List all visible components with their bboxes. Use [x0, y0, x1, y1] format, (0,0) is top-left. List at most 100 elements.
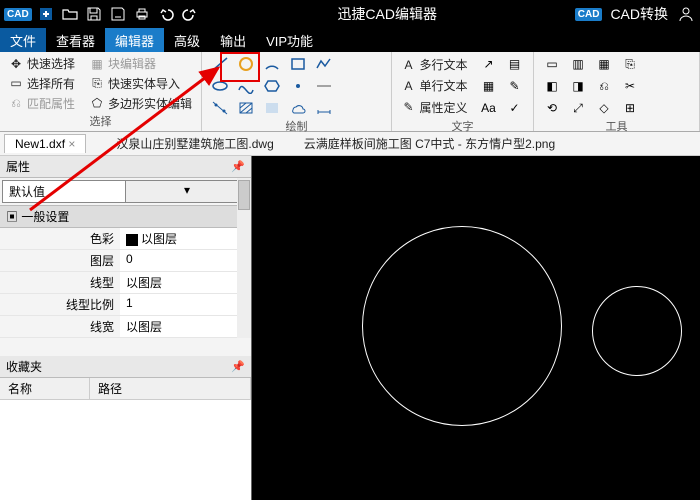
prop-row: 线宽以图层: [0, 316, 251, 338]
hexagon-icon[interactable]: [260, 76, 284, 96]
saveas-icon[interactable]: [108, 4, 128, 24]
app-title: 迅捷CAD编辑器: [200, 4, 575, 24]
drawing-canvas[interactable]: [252, 156, 700, 500]
xline-icon[interactable]: [208, 98, 232, 118]
prop-section-general[interactable]: ▣ 一般设置: [0, 205, 251, 228]
select-all-icon: ▭: [8, 75, 24, 91]
title-bar: CAD 迅捷CAD编辑器 CAD CAD转换: [0, 0, 700, 28]
favorites-title: 收藏夹 📌: [0, 356, 251, 378]
ribbon-group-text: A多行文本 A单行文本 ✎属性定义 ↗ ▤ ▦ ✎ Aa ✓ 文字: [392, 52, 534, 131]
tool-icon[interactable]: ⎌: [592, 76, 616, 96]
point-icon[interactable]: [286, 76, 310, 96]
tool-icon[interactable]: ⊞: [618, 98, 642, 118]
ribbon: ✥快速选择 ▦块编辑器 ▭选择所有 ⎘快速实体导入 ⎌匹配属性 ⬠多边形实体编辑…: [0, 52, 700, 132]
attdef-button[interactable]: ✎属性定义: [398, 98, 469, 117]
prop-row: 图层0: [0, 250, 251, 272]
table-icon[interactable]: ▦: [476, 76, 500, 96]
tool-icon[interactable]: ⟲: [540, 98, 564, 118]
pin-icon[interactable]: 📌: [231, 360, 245, 373]
fav-col-path[interactable]: 路径: [90, 378, 251, 399]
ribbon-group-label: 工具: [540, 118, 693, 134]
match-props-button[interactable]: ⎌匹配属性: [6, 94, 77, 113]
polygon-edit-button[interactable]: ⬠多边形实体编辑: [87, 94, 194, 113]
polyline-icon[interactable]: [312, 54, 336, 74]
circle-entity[interactable]: [362, 226, 562, 426]
new-icon[interactable]: [36, 4, 56, 24]
match-icon: ⎌: [8, 95, 24, 111]
prop-row: 线型比例1: [0, 294, 251, 316]
tool-icon[interactable]: ▦: [592, 54, 616, 74]
ribbon-group-label: 选择: [6, 113, 195, 129]
menu-advanced[interactable]: 高级: [164, 28, 210, 52]
tool-icon[interactable]: ✂: [618, 76, 642, 96]
save-icon[interactable]: [84, 4, 104, 24]
dim-icon[interactable]: [312, 98, 336, 118]
properties-panel: 属性 📌 默认值 ▾ ▣ 一般设置 色彩以图层 图层0 线型以图层 线型比例1 …: [0, 156, 252, 500]
file-tab-row: New1.dxf × 汉泉山庄别墅建筑施工图.dwg 云满庭样板间施工图 C7中…: [0, 132, 700, 156]
menu-viewer[interactable]: 查看器: [46, 28, 105, 52]
print-icon[interactable]: [132, 4, 152, 24]
text-icon: A: [400, 78, 416, 94]
file-link-2[interactable]: 云满庭样板间施工图 C7中式 - 东方情户型2.png: [304, 135, 555, 152]
chevron-down-icon[interactable]: ▾: [125, 181, 248, 202]
open-icon[interactable]: [60, 4, 80, 24]
region-icon[interactable]: [260, 98, 284, 118]
tool-icon[interactable]: ▥: [566, 54, 590, 74]
tool-icon[interactable]: ◧: [540, 76, 564, 96]
convert-button[interactable]: CAD转换: [610, 4, 668, 24]
spell-icon[interactable]: ✓: [502, 98, 526, 118]
scrollbar[interactable]: [237, 178, 251, 338]
file-link-1[interactable]: 汉泉山庄别墅建筑施工图.dwg: [116, 135, 273, 152]
tool-icon[interactable]: ◨: [566, 76, 590, 96]
tool-icon[interactable]: ▭: [540, 54, 564, 74]
mtext-button[interactable]: A多行文本: [398, 55, 469, 74]
prop-row: 色彩以图层: [0, 228, 251, 250]
block-editor-button[interactable]: ▦块编辑器: [87, 54, 158, 73]
edit-text-icon[interactable]: ✎: [502, 76, 526, 96]
quick-import-button[interactable]: ⎘快速实体导入: [87, 74, 182, 93]
tool-icon[interactable]: ⤢: [566, 98, 590, 118]
cloud-icon[interactable]: [286, 98, 310, 118]
polygon-icon: ⬠: [89, 95, 105, 111]
select-all-button[interactable]: ▭选择所有: [6, 74, 77, 93]
circle-icon[interactable]: [234, 54, 258, 74]
menu-output[interactable]: 输出: [210, 28, 256, 52]
fav-col-name[interactable]: 名称: [0, 378, 90, 399]
import-icon: ⎘: [89, 75, 105, 91]
menu-editor[interactable]: 编辑器: [105, 28, 164, 52]
block-icon: ▦: [89, 56, 105, 72]
ellipse-icon[interactable]: [208, 76, 232, 96]
user-icon[interactable]: [676, 4, 696, 24]
quick-select-button[interactable]: ✥快速选择: [6, 54, 77, 73]
arc-icon[interactable]: [260, 54, 284, 74]
leader-icon[interactable]: ↗: [476, 54, 500, 74]
line-icon[interactable]: [208, 54, 232, 74]
combo-value: 默认值: [3, 181, 125, 202]
quick-access: CAD: [4, 4, 200, 24]
attdef-icon: ✎: [400, 99, 416, 115]
text-button[interactable]: A单行文本: [398, 76, 469, 95]
pin-icon[interactable]: 📌: [231, 160, 245, 173]
favorites-list: 名称 路径: [0, 378, 251, 500]
default-combo[interactable]: 默认值 ▾: [2, 180, 249, 203]
menu-file[interactable]: 文件: [0, 28, 46, 52]
style-icon[interactable]: Aa: [476, 98, 500, 118]
cursor-icon: ✥: [8, 56, 24, 72]
tool-icon[interactable]: ◇: [592, 98, 616, 118]
color-swatch-icon: [126, 234, 138, 246]
redo-icon[interactable]: [180, 4, 200, 24]
file-tab-active[interactable]: New1.dxf ×: [4, 134, 86, 153]
circle-entity[interactable]: [592, 286, 682, 376]
ribbon-group-select: ✥快速选择 ▦块编辑器 ▭选择所有 ⎘快速实体导入 ⎌匹配属性 ⬠多边形实体编辑…: [0, 52, 202, 131]
field-icon[interactable]: ▤: [502, 54, 526, 74]
close-tab-icon[interactable]: ×: [68, 137, 75, 151]
prop-row: 线型以图层: [0, 272, 251, 294]
tool-icon[interactable]: ⎘: [618, 54, 642, 74]
ribbon-group-draw: 绘制: [202, 52, 392, 131]
undo-icon[interactable]: [156, 4, 176, 24]
ray-icon[interactable]: [312, 76, 336, 96]
hatch-icon[interactable]: [234, 98, 258, 118]
menu-vip[interactable]: VIP功能: [256, 28, 323, 52]
rect-icon[interactable]: [286, 54, 310, 74]
spline-icon[interactable]: [234, 76, 258, 96]
